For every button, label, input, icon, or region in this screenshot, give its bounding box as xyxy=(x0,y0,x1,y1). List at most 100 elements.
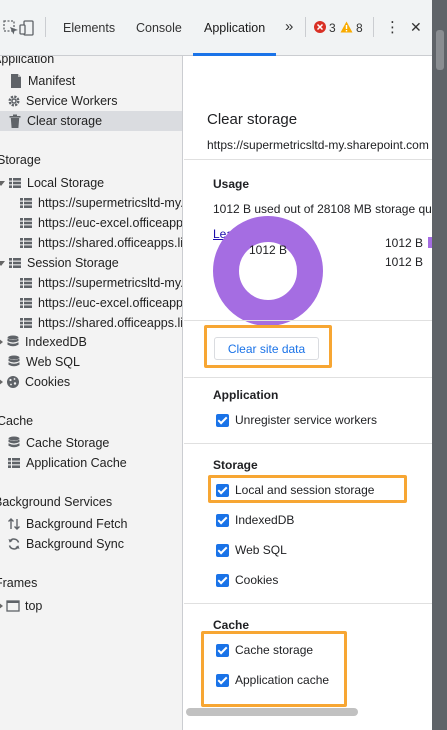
sidebar-item-label: https://supermetricsltd-my. xyxy=(38,276,183,290)
sidebar-item-service-workers[interactable]: Service Workers xyxy=(0,91,182,111)
sidebar-item-frame-top[interactable]: top xyxy=(0,596,182,616)
horizontal-scrollbar[interactable] xyxy=(186,708,358,716)
checkbox[interactable] xyxy=(216,513,229,527)
tab-application[interactable]: Application xyxy=(204,21,265,35)
error-count[interactable]: 3 xyxy=(329,21,336,35)
window-edge xyxy=(432,0,447,730)
document-icon xyxy=(11,74,21,88)
inspect-element-icon[interactable] xyxy=(3,20,19,36)
expand-arrow-icon[interactable] xyxy=(0,338,3,346)
origin-url: https://supermetricsltd-my.sharepoint.co… xyxy=(207,138,429,152)
sidebar-item-label: https://shared.officeapps.li xyxy=(38,316,183,330)
frame-icon xyxy=(6,600,20,612)
tab-elements[interactable]: Elements xyxy=(63,21,115,35)
sidebar-item-background-fetch[interactable]: Background Fetch xyxy=(0,514,182,534)
sidebar-item-local-origin-3[interactable]: https://shared.officeapps.li xyxy=(0,233,183,253)
sidebar-item-indexeddb[interactable]: IndexedDB xyxy=(0,332,182,352)
sidebar-section-storage[interactable]: Storage xyxy=(0,153,41,171)
sidebar-item-label: https://euc-excel.officeapp xyxy=(38,296,183,310)
sync-icon xyxy=(8,538,20,550)
checkbox-label: IndexedDB xyxy=(235,513,295,527)
checkbox-indexeddb[interactable]: IndexedDB xyxy=(216,511,294,529)
warning-count[interactable]: 8 xyxy=(356,21,363,35)
sidebar-item-local-origin-2[interactable]: https://euc-excel.officeapps xyxy=(0,213,182,233)
divider xyxy=(184,377,432,378)
sidebar-item-label: Service Workers xyxy=(26,94,118,108)
sidebar-item-local-storage[interactable]: Local Storage xyxy=(0,173,182,193)
sidebar-section-application[interactable]: Application xyxy=(0,56,54,70)
sidebar-item-session-storage[interactable]: Session Storage xyxy=(0,253,182,273)
checkbox-label: Web SQL xyxy=(235,543,287,557)
sidebar-item-label: Cache Storage xyxy=(26,436,110,450)
trash-icon xyxy=(9,114,21,128)
donut-center-label: 1012 B xyxy=(248,243,288,257)
devtools-toolbar: Elements Console Application » 3 8 ⋮ ✕ xyxy=(0,0,432,56)
sidebar-item-session-origin-3[interactable]: https://shared.officeapps.li xyxy=(0,313,183,333)
sidebar-item-session-origin-1[interactable]: https://supermetricsltd-my. xyxy=(0,273,183,293)
gear-icon xyxy=(8,95,20,107)
cache-section-title: Cache xyxy=(213,618,250,632)
clear-storage-panel: Clear storage https://supermetricsltd-my… xyxy=(184,56,432,730)
donut-ring xyxy=(213,216,323,326)
sidebar-item-label: IndexedDB xyxy=(25,335,87,349)
usage-donut-chart xyxy=(213,216,323,326)
tab-console[interactable]: Console xyxy=(136,21,182,35)
sidebar-section-cache[interactable]: Cache xyxy=(0,414,33,432)
sidebar-item-label: Clear storage xyxy=(27,114,103,128)
divider xyxy=(184,603,432,604)
error-icon[interactable] xyxy=(314,21,326,33)
database-icon xyxy=(8,355,20,367)
grid-icon xyxy=(20,238,32,248)
grid-icon xyxy=(20,198,32,208)
checkbox-label: Unregister service workers xyxy=(235,413,378,427)
warning-icon[interactable] xyxy=(340,21,353,33)
sidebar-item-background-sync[interactable]: Background Sync xyxy=(0,534,182,554)
divider xyxy=(184,443,432,444)
sidebar-item-label: Application Cache xyxy=(26,456,127,470)
checkbox-unregister-service-workers[interactable]: Unregister service workers xyxy=(216,411,377,429)
vertical-scrollbar[interactable] xyxy=(436,30,444,70)
legend-value: 1012 B xyxy=(385,236,424,250)
sidebar-item-local-origin-1[interactable]: https://supermetricsltd-my. xyxy=(0,193,182,213)
grid-icon xyxy=(20,218,32,228)
legend-value: 1012 B xyxy=(385,255,424,269)
expand-arrow-icon[interactable] xyxy=(0,378,3,386)
sidebar-item-web-sql[interactable]: Web SQL xyxy=(0,352,182,372)
grid-icon xyxy=(9,178,21,188)
sidebar-item-label: https://shared.officeapps.li xyxy=(38,236,183,250)
sidebar-item-label: Web SQL xyxy=(26,355,80,369)
sidebar-item-label: top xyxy=(25,599,43,613)
database-icon xyxy=(7,335,19,347)
fetch-arrows-icon xyxy=(8,518,20,530)
grid-icon xyxy=(8,458,20,468)
checkbox[interactable] xyxy=(216,413,229,427)
sidebar-item-label: Session Storage xyxy=(27,256,119,270)
sidebar-item-label: Local Storage xyxy=(27,176,105,190)
device-toolbar-icon[interactable] xyxy=(19,20,35,36)
sidebar-section-background-services[interactable]: Background Services xyxy=(0,495,112,513)
toolbar-separator xyxy=(373,17,374,37)
customize-menu-icon[interactable]: ⋮ xyxy=(385,18,400,36)
checkbox[interactable] xyxy=(216,543,229,557)
expand-arrow-icon[interactable] xyxy=(0,260,5,266)
toolbar-separator xyxy=(45,17,46,37)
expand-arrow-icon[interactable] xyxy=(0,602,3,610)
sidebar-item-label: Cookies xyxy=(25,375,71,389)
checkbox-cookies[interactable]: Cookies xyxy=(216,571,278,589)
sidebar-item-manifest[interactable]: Manifest xyxy=(0,71,182,91)
database-icon xyxy=(8,436,20,448)
close-devtools-icon[interactable]: ✕ xyxy=(410,19,422,36)
grid-icon xyxy=(20,298,32,308)
sidebar-item-clear-storage[interactable]: Clear storage xyxy=(0,111,182,131)
expand-arrow-icon[interactable] xyxy=(0,180,5,186)
sidebar-item-cache-storage[interactable]: Cache Storage xyxy=(0,433,182,453)
more-tabs-button[interactable]: » xyxy=(285,18,293,35)
sidebar-section-frames[interactable]: Frames xyxy=(0,576,37,594)
sidebar-item-session-origin-2[interactable]: https://euc-excel.officeapp xyxy=(0,293,183,313)
sidebar-item-application-cache[interactable]: Application Cache xyxy=(0,453,182,473)
sidebar-item-cookies[interactable]: Cookies xyxy=(0,372,182,392)
sidebar: Application Manifest Service Workers Cle… xyxy=(0,56,183,730)
checkbox-web-sql[interactable]: Web SQL xyxy=(216,541,287,559)
checkbox[interactable] xyxy=(216,573,229,587)
grid-icon xyxy=(20,278,32,288)
